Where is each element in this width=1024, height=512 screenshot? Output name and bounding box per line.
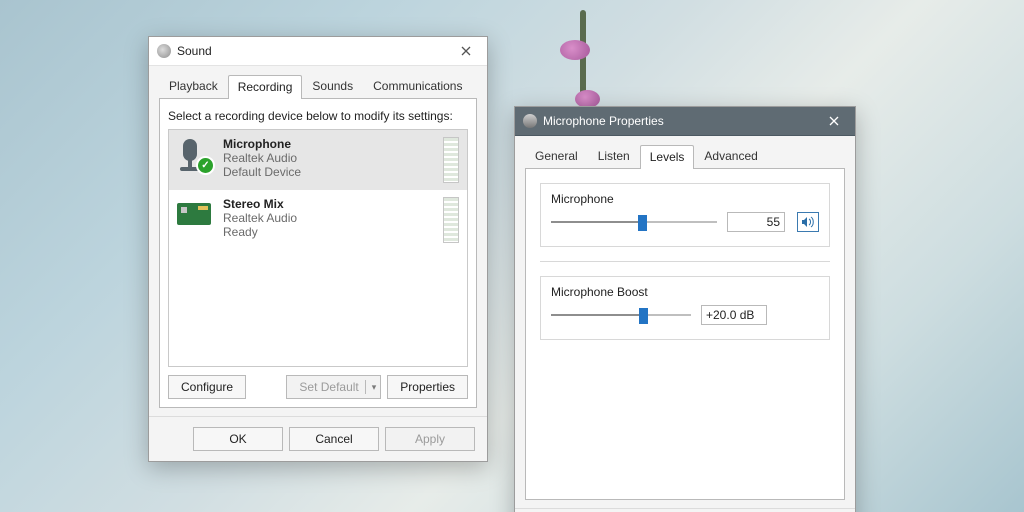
mic-level-slider[interactable] — [551, 213, 717, 231]
soundcard-icon — [177, 197, 213, 233]
vu-meter — [443, 197, 459, 243]
device-status: Ready — [223, 225, 433, 239]
default-check-icon: ✓ — [196, 156, 215, 175]
sound-tabs: Playback Recording Sounds Communications — [159, 74, 477, 98]
props-title: Microphone Properties — [543, 114, 664, 128]
mic-level-label: Microphone — [551, 192, 819, 206]
sound-title: Sound — [177, 44, 212, 58]
boost-value[interactable]: +20.0 dB — [701, 305, 767, 325]
instruction-text: Select a recording device below to modif… — [168, 109, 468, 123]
device-name: Microphone — [223, 137, 433, 151]
device-driver: Realtek Audio — [223, 151, 433, 165]
speaker-icon — [801, 216, 815, 228]
tab-advanced[interactable]: Advanced — [694, 144, 767, 168]
tab-listen[interactable]: Listen — [588, 144, 640, 168]
cancel-button[interactable]: Cancel — [289, 427, 379, 451]
speaker-icon — [157, 44, 171, 58]
boost-slider[interactable] — [551, 306, 691, 324]
vu-meter — [443, 137, 459, 183]
tab-recording[interactable]: Recording — [228, 75, 303, 99]
sound-dialog-buttons: OK Cancel Apply — [149, 416, 487, 461]
device-item[interactable]: Stereo Mix Realtek Audio Ready — [169, 190, 467, 250]
device-item[interactable]: ✓ Microphone Realtek Audio Default Devic… — [169, 130, 467, 190]
microphone-icon — [523, 114, 537, 128]
device-text: Stereo Mix Realtek Audio Ready — [223, 197, 433, 239]
device-driver: Realtek Audio — [223, 211, 433, 225]
tab-general[interactable]: General — [525, 144, 588, 168]
properties-button[interactable]: Properties — [387, 375, 468, 399]
tab-communications[interactable]: Communications — [363, 74, 472, 98]
props-tabs: General Listen Levels Advanced — [525, 144, 845, 168]
tab-playback[interactable]: Playback — [159, 74, 228, 98]
device-name: Stereo Mix — [223, 197, 433, 211]
sound-titlebar[interactable]: Sound — [149, 37, 487, 66]
recording-tabpage: Select a recording device below to modif… — [159, 98, 477, 408]
chevron-down-icon[interactable]: ▾ — [365, 380, 377, 394]
boost-group: Microphone Boost +20.0 dB — [540, 276, 830, 340]
sound-body: Playback Recording Sounds Communications… — [149, 66, 487, 416]
props-titlebar[interactable]: Microphone Properties — [515, 107, 855, 136]
boost-label: Microphone Boost — [551, 285, 819, 299]
mute-toggle-button[interactable] — [797, 212, 819, 232]
ok-button[interactable]: OK — [193, 427, 283, 451]
microphone-icon: ✓ — [177, 137, 213, 173]
props-dialog-buttons: OK Cancel Apply — [515, 508, 855, 512]
mic-level-value[interactable]: 55 — [727, 212, 785, 232]
close-icon[interactable] — [451, 42, 481, 60]
props-body: General Listen Levels Advanced Microphon… — [515, 136, 855, 508]
tab-sounds[interactable]: Sounds — [302, 74, 363, 98]
close-icon[interactable] — [819, 112, 849, 130]
levels-tabpage: Microphone 55 Microphone Boost — [525, 168, 845, 500]
device-buttons: Configure Set Default ▾ Properties — [168, 375, 468, 399]
device-list[interactable]: ✓ Microphone Realtek Audio Default Devic… — [168, 129, 468, 367]
mic-properties-window: Microphone Properties General Listen Lev… — [514, 106, 856, 512]
separator — [540, 261, 830, 262]
device-text: Microphone Realtek Audio Default Device — [223, 137, 433, 179]
sound-window: Sound Playback Recording Sounds Communic… — [148, 36, 488, 462]
set-default-label: Set Default — [299, 380, 358, 394]
tab-levels[interactable]: Levels — [640, 145, 695, 169]
set-default-button[interactable]: Set Default ▾ — [286, 375, 381, 399]
device-status: Default Device — [223, 165, 433, 179]
mic-level-group: Microphone 55 — [540, 183, 830, 247]
configure-button[interactable]: Configure — [168, 375, 246, 399]
apply-button[interactable]: Apply — [385, 427, 475, 451]
